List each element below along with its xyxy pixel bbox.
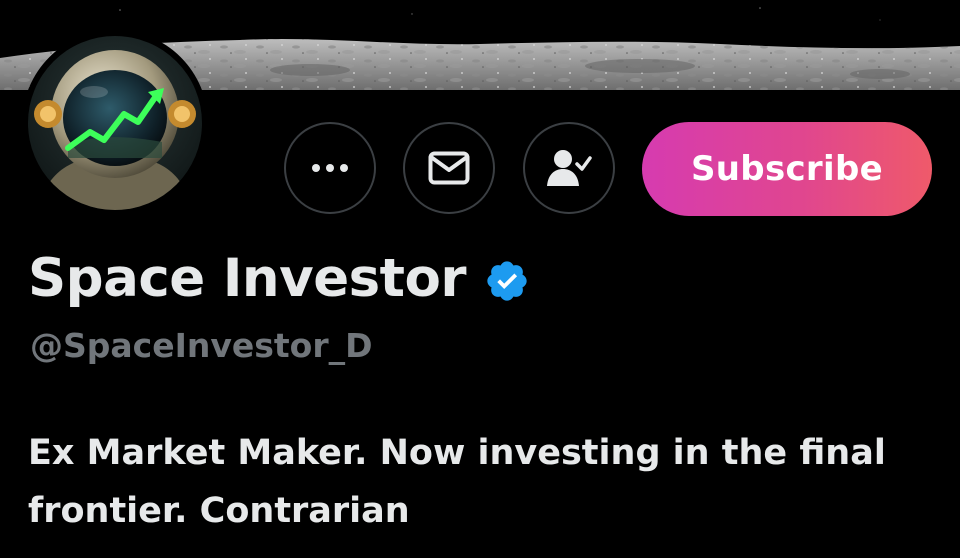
envelope-icon [428,151,470,185]
message-button[interactable] [403,122,495,214]
profile-bio: Ex Market Maker. Now investing in the fi… [28,433,886,531]
following-button[interactable] [523,122,615,214]
verified-badge-icon[interactable] [484,258,530,304]
astronaut-avatar-image [28,36,202,210]
more-options-button[interactable] [284,122,376,214]
subscribe-label: Subscribe [691,149,883,189]
more-dots-icon [312,164,348,172]
display-name: Space Investor [28,247,467,309]
subscribe-button[interactable]: Subscribe [642,122,932,216]
avatar[interactable] [22,30,208,216]
profile-handle: @SpaceInvestor_D [30,326,373,365]
person-check-icon [547,150,592,186]
profile-name-row: Space Investor [28,242,530,314]
